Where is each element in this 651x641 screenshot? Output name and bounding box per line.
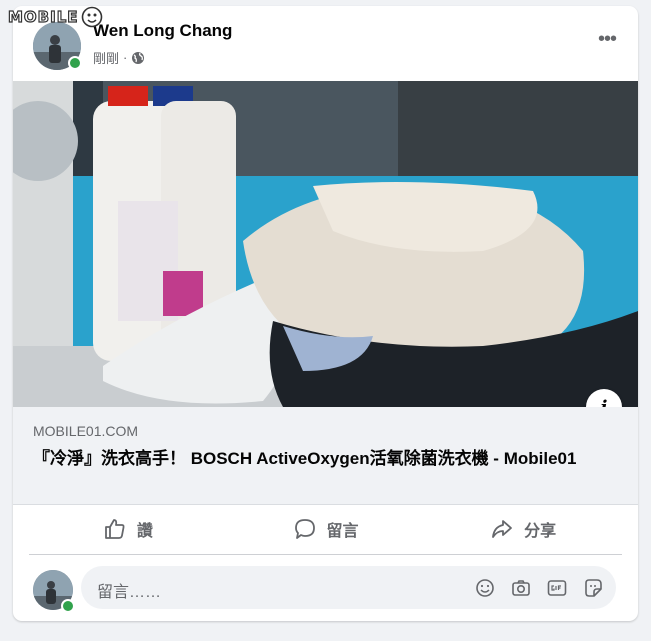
comment-input[interactable]: 留言…… (81, 566, 616, 609)
link-preview-image[interactable] (13, 81, 638, 407)
link-preview-box[interactable]: MOBILE01.COM 『冷淨』洗衣高手！ BOSCH ActiveOxyge… (13, 407, 638, 505)
feed-post-card: Wen Long Chang 剛剛 · ••• i MOBILE01.COM (13, 6, 638, 621)
mascot-face-icon (81, 6, 102, 28)
emoji-icon[interactable] (474, 577, 496, 599)
thumbs-up-icon (104, 519, 125, 539)
more-options-icon[interactable]: ••• (598, 29, 617, 49)
share-label: 分享 (524, 523, 557, 540)
post-meta: 剛剛 · (93, 48, 145, 67)
gif-icon[interactable] (546, 577, 568, 599)
link-domain: MOBILE01.COM (33, 423, 139, 439)
share-arrow-icon (492, 520, 513, 538)
mobile01-watermark: MOBILE (7, 6, 103, 28)
post-time[interactable]: 剛剛 (93, 48, 119, 67)
comment-placeholder: 留言…… (97, 584, 162, 601)
globe-icon[interactable] (131, 51, 145, 65)
like-label: 讚 (136, 523, 153, 540)
share-button[interactable]: 分享 (424, 504, 622, 554)
comment-button[interactable]: 留言 (227, 504, 425, 554)
comment-tools (474, 577, 604, 599)
like-button[interactable]: 讚 (29, 504, 227, 554)
meta-separator: · (123, 50, 128, 65)
comment-composer: 留言…… (13, 562, 638, 618)
sticker-icon[interactable] (582, 577, 604, 599)
link-title[interactable]: 『冷淨』洗衣高手！ BOSCH ActiveOxygen活氧除菌洗衣機 - Mo… (33, 447, 623, 471)
camera-icon[interactable] (510, 577, 532, 599)
online-status-dot (68, 56, 82, 70)
author-name[interactable]: Wen Long Chang (93, 21, 232, 41)
watermark-text: MOBILE (7, 7, 79, 26)
user-online-dot (61, 599, 75, 613)
post-actions-bar: 讚 留言 分享 (29, 504, 622, 555)
comment-bubble-icon (294, 519, 315, 539)
comment-label: 留言 (326, 523, 359, 540)
